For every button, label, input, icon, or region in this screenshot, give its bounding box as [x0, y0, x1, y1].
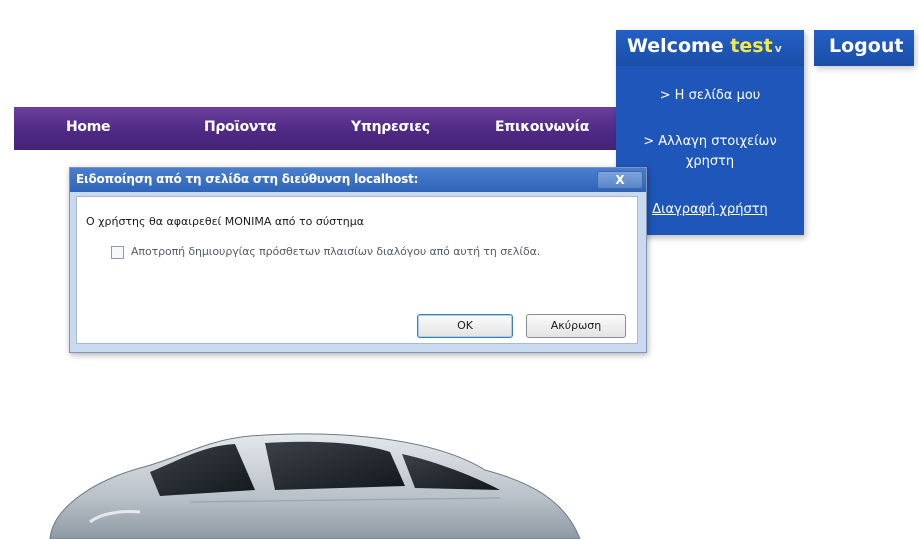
- user-menu-toggle[interactable]: Welcome test v: [616, 30, 804, 66]
- nav-item-home[interactable]: Home: [66, 119, 111, 135]
- welcome-text: Welcome: [627, 35, 731, 57]
- chevron-down-icon: v: [774, 42, 782, 55]
- ok-button[interactable]: OK: [417, 314, 513, 338]
- logout-button[interactable]: Logout: [814, 30, 914, 66]
- nav-item-products[interactable]: Προϊοντα: [204, 119, 276, 135]
- close-icon[interactable]: X: [597, 171, 643, 189]
- dialog-titlebar[interactable]: Ειδοποίηση από τη σελίδα στη διεύθυνση l…: [70, 168, 646, 192]
- menu-item-change-details[interactable]: > Αλλαγη στοιχείων: [616, 134, 804, 149]
- confirm-dialog: Ειδοποίηση από τη σελίδα στη διεύθυνση l…: [69, 167, 647, 353]
- main-navbar: Home Προϊοντα Υπηρεσιες Επικοινωνία: [14, 107, 620, 150]
- dialog-message: Ο χρήστης θα αφαιρεθεί ΜΟΝΙΜΑ από το σύσ…: [86, 215, 364, 228]
- welcome-username: test: [730, 35, 773, 57]
- dialog-body: Ο χρήστης θα αφαιρεθεί ΜΟΝΙΜΑ από το σύσ…: [76, 196, 638, 344]
- cancel-button[interactable]: Ακύρωση: [526, 314, 626, 338]
- nav-item-contact[interactable]: Επικοινωνία: [495, 119, 589, 135]
- suppress-dialogs-checkbox[interactable]: [111, 246, 124, 259]
- dialog-title: Ειδοποίηση από τη σελίδα στη διεύθυνση l…: [76, 172, 419, 186]
- suppress-dialogs-label[interactable]: Αποτροπή δημιουργίας πρόσθετων πλαισίων …: [131, 245, 540, 258]
- nav-item-services[interactable]: Υπηρεσιες: [351, 119, 430, 135]
- car-image: [49, 433, 581, 539]
- menu-item-my-page[interactable]: > Η σελίδα μου: [616, 88, 804, 103]
